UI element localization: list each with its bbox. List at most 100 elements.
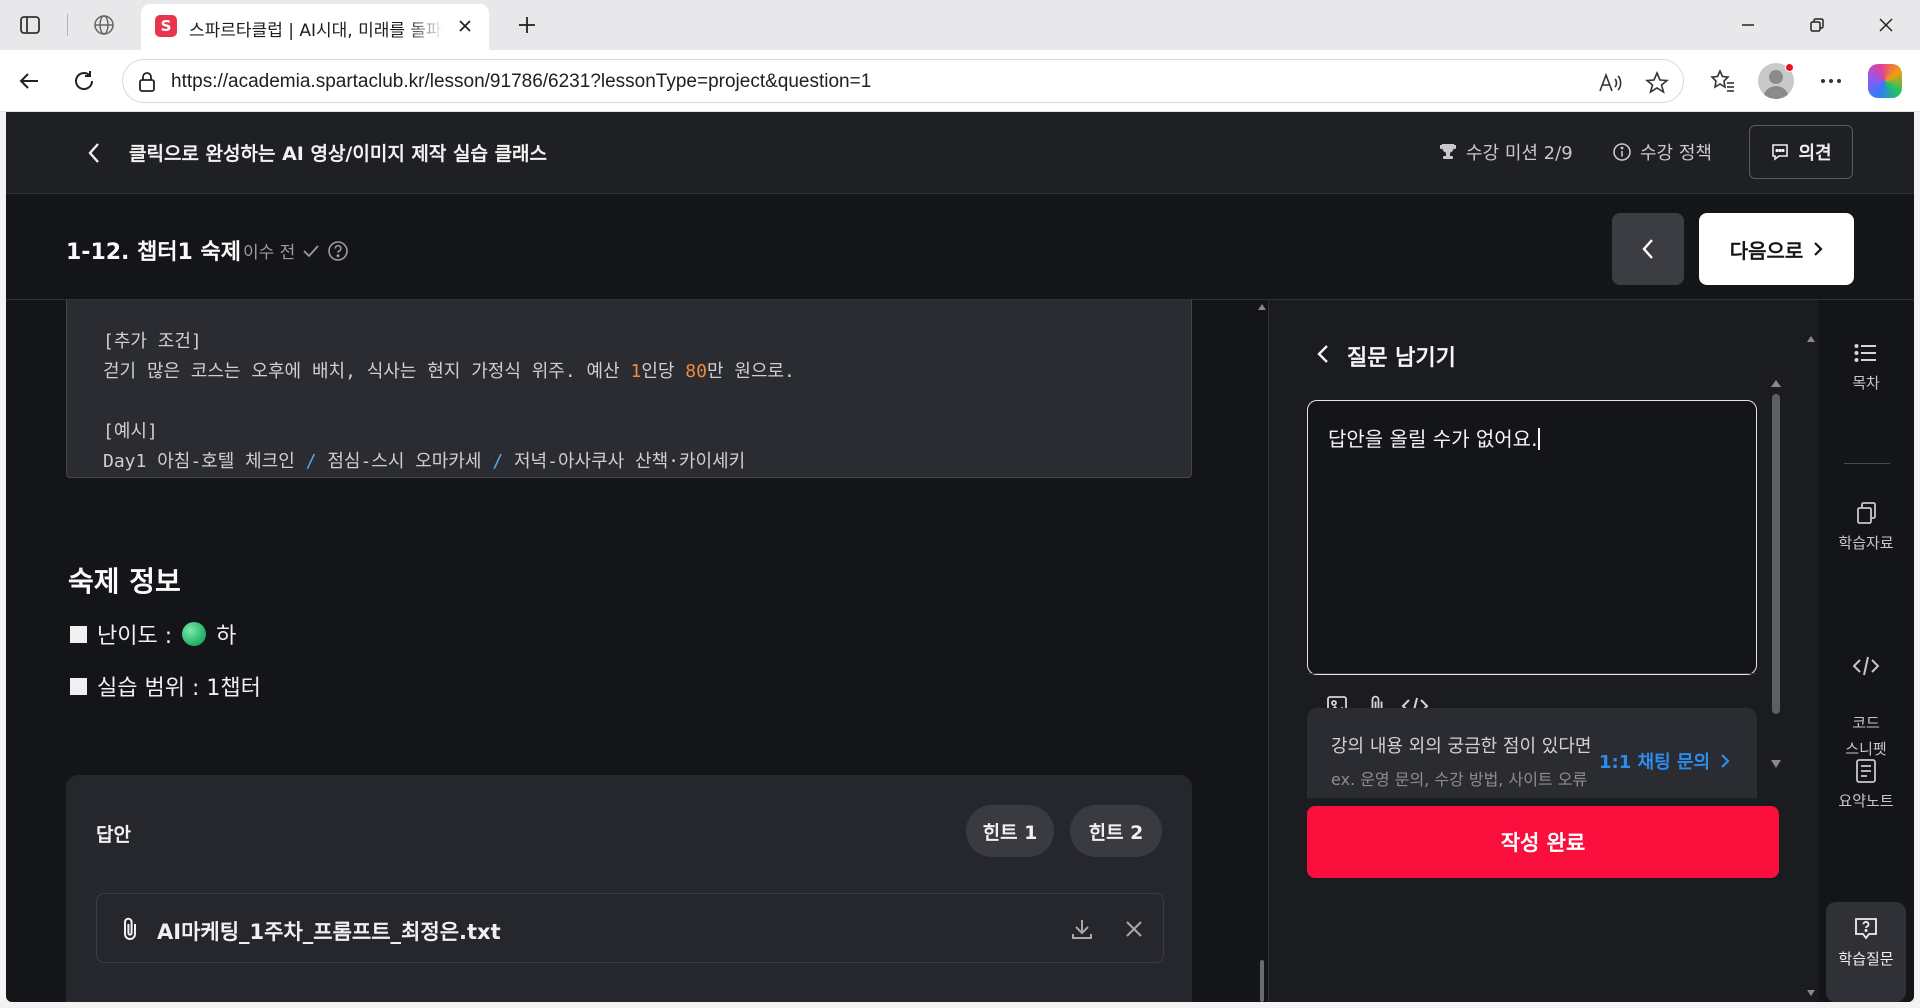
policy-link[interactable]: 수강 정책: [1612, 139, 1712, 165]
lesson-header: 1-12. 챕터1 숙제 이수 전 다음으로: [6, 194, 1914, 300]
question-editor[interactable]: 답안을 올릴 수가 없어요.: [1307, 400, 1757, 716]
list-icon: [1826, 340, 1906, 366]
chevron-left-icon: [1642, 239, 1653, 259]
mission-label: 수강 미션 2/9: [1466, 143, 1573, 164]
url-text[interactable]: https://academia.spartaclub.kr/lesson/91…: [171, 71, 871, 93]
right-rail: 목차 학습자료 코드 스니펫 요약노트 학습질문: [1818, 300, 1914, 1002]
panel-scrollbar[interactable]: [1804, 300, 1818, 1002]
green-circle-icon: [182, 622, 207, 646]
paperclip-icon: [115, 914, 145, 944]
info-circle-icon: [1613, 143, 1631, 161]
read-aloud-icon[interactable]: [1598, 71, 1622, 95]
question-bubble-icon: [1826, 916, 1906, 942]
question-scrollbar[interactable]: [1769, 380, 1783, 770]
remove-file-icon[interactable]: [1119, 914, 1149, 944]
info-sub-text: ex. 운영 문의, 수강 방법, 사이트 오류: [1331, 770, 1588, 789]
chat-inquiry-link[interactable]: 1:1 채팅 문의: [1599, 748, 1730, 774]
more-options-icon[interactable]: [1814, 64, 1848, 98]
download-icon[interactable]: [1067, 914, 1097, 944]
rail-item-questions[interactable]: 학습질문: [1826, 916, 1906, 969]
tab-title: 스파르타클럽 | AI시대, 미래를 돌파하는: [189, 21, 444, 41]
scroll-thumb[interactable]: [1772, 394, 1780, 714]
browser-toolbar: https://academia.spartaclub.kr/lesson/91…: [0, 50, 1920, 112]
rail-divider: [1844, 463, 1890, 464]
question-title: 질문 남기기: [1347, 346, 1456, 371]
submit-question-button[interactable]: 작성 완료: [1307, 806, 1779, 878]
check-icon: [303, 244, 319, 257]
copy-icon: [1826, 500, 1906, 526]
notification-dot: [1785, 63, 1794, 72]
condition-text: 걷기 많은 코스는 오후에 배치, 식사는 현지 가정식 위주. 예산 1인당 …: [103, 361, 795, 382]
chat-inquiry-box: 강의 내용 외의 궁금한 점이 있다면 ex. 운영 문의, 수강 방법, 사이…: [1307, 708, 1757, 798]
file-name: AI마케팅_1주차_프롬프트_최정은.txt: [157, 920, 501, 944]
browser-tab-bar: S 스파르타클럽 | AI시대, 미래를 돌파하는: [0, 0, 1920, 50]
difficulty-label: 난이도 :: [97, 624, 173, 649]
rail-item-materials[interactable]: 학습자료: [1826, 500, 1906, 553]
address-bar[interactable]: https://academia.spartaclub.kr/lesson/91…: [122, 59, 1684, 103]
condition-header: [추가 조건]: [103, 331, 202, 352]
comment-icon: [1772, 144, 1789, 161]
hint-1-button[interactable]: 힌트 1: [966, 805, 1054, 857]
homework-info-title: 숙제 정보: [68, 565, 181, 598]
question-panel: 질문 남기기 답안을 올릴 수가 없어요. 강의 내용 외의 궁금한 점이 있다…: [1268, 300, 1818, 1002]
sidebar-toggle-icon[interactable]: [16, 11, 44, 39]
chevron-right-icon: [1814, 242, 1823, 256]
code-brackets-icon: [1826, 654, 1906, 678]
question-back-icon[interactable]: [1311, 342, 1335, 366]
opinion-label: 의견: [1798, 143, 1832, 164]
prompt-example-box: [추가 조건] 걷기 많은 코스는 오후에 배치, 식사는 현지 가정식 위주.…: [66, 300, 1192, 478]
editor-toolbar-divider: [1308, 673, 1756, 674]
scope-label: 실습 범위 : 1챕터: [97, 676, 261, 701]
attached-file: AI마케팅_1주차_프롬프트_최정은.txt: [96, 893, 1164, 963]
active-tab[interactable]: S 스파르타클럽 | AI시대, 미래를 돌파하는: [141, 4, 489, 50]
previous-lesson-button[interactable]: [1612, 213, 1684, 285]
rail-label-questions: 학습질문: [1838, 950, 1894, 968]
scope-row: 실습 범위 : 1챕터: [70, 670, 261, 702]
content-scrollbar[interactable]: [1256, 300, 1268, 1002]
rail-item-toc[interactable]: 목차: [1826, 340, 1906, 393]
bullet-square-icon: [70, 625, 87, 643]
lock-icon[interactable]: [137, 71, 157, 97]
back-arrow-icon[interactable]: [12, 64, 46, 98]
sparta-favicon-icon: S: [155, 15, 177, 37]
new-tab-icon[interactable]: [512, 10, 542, 40]
chevron-right-icon: [1721, 754, 1730, 768]
next-lesson-button[interactable]: 다음으로: [1699, 213, 1854, 285]
favorites-list-icon[interactable]: [1706, 64, 1740, 98]
bullet-square-icon: [70, 677, 87, 695]
status-label: 이수 전: [243, 243, 296, 263]
rail-label-snippets: 코드 스니펫: [1845, 714, 1887, 758]
refresh-icon[interactable]: [67, 64, 101, 98]
course-back-icon[interactable]: [80, 139, 108, 167]
opinion-button[interactable]: 의견: [1749, 125, 1853, 179]
lesson-title: 1-12. 챕터1 숙제: [66, 240, 241, 265]
difficulty-row: 난이도 : 하: [70, 618, 236, 650]
answer-card: 답안 힌트 1 힌트 2 AI마케팅_1주차_프롬프트_최정은.txt: [66, 775, 1192, 1002]
tab-close-icon[interactable]: [453, 14, 477, 38]
answer-label: 답안: [96, 824, 131, 846]
rail-item-summary[interactable]: 요약노트: [1826, 758, 1906, 811]
hint-2-button[interactable]: 힌트 2: [1070, 805, 1162, 857]
rail-label-toc: 목차: [1852, 374, 1880, 392]
document-icon: [1826, 758, 1906, 784]
chat-link-label: 1:1 채팅 문의: [1599, 752, 1711, 773]
mission-link[interactable]: 수강 미션 2/9: [1438, 139, 1573, 165]
example-header: [예시]: [103, 421, 158, 442]
rail-label-materials: 학습자료: [1838, 534, 1894, 552]
minimize-icon[interactable]: [1725, 8, 1771, 42]
restore-icon[interactable]: [1794, 8, 1840, 42]
globe-icon[interactable]: [90, 11, 118, 39]
app-window: 클릭으로 완성하는 AI 영상/이미지 제작 실습 클래스 수강 미션 2/9 …: [6, 112, 1914, 1002]
copilot-icon[interactable]: [1868, 64, 1902, 98]
close-window-icon[interactable]: [1863, 8, 1909, 42]
lesson-content: [추가 조건] 걷기 많은 코스는 오후에 배치, 식사는 현지 가정식 위주.…: [6, 300, 1268, 1002]
difficulty-value: 하: [216, 624, 237, 649]
help-circle-icon: [328, 240, 349, 261]
course-title: 클릭으로 완성하는 AI 영상/이미지 제작 실습 클래스: [129, 143, 548, 165]
policy-label: 수강 정책: [1640, 143, 1712, 164]
favorite-star-icon[interactable]: [1645, 71, 1669, 95]
course-header: 클릭으로 완성하는 AI 영상/이미지 제작 실습 클래스 수강 미션 2/9 …: [6, 112, 1914, 194]
question-text[interactable]: 답안을 올릴 수가 없어요.: [1328, 423, 1541, 452]
next-label: 다음으로: [1729, 238, 1804, 263]
completion-status: 이수 전: [243, 238, 349, 263]
